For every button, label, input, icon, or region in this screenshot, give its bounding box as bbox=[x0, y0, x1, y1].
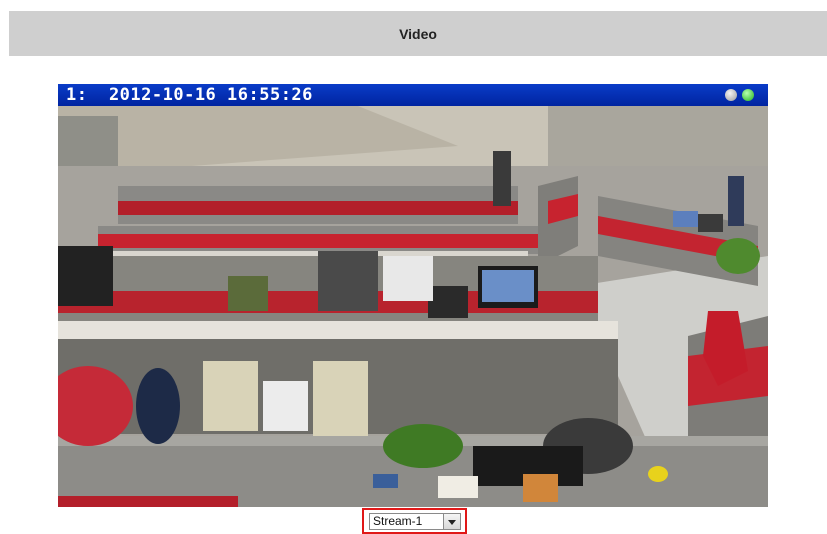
stream-select[interactable]: Stream-1 bbox=[369, 513, 461, 530]
stream-selected-value: Stream-1 bbox=[373, 514, 423, 528]
minimize-icon[interactable] bbox=[725, 89, 737, 101]
status-icon[interactable] bbox=[742, 89, 754, 101]
video-title-bar: 1: 2012-10-16 16:55:26 bbox=[58, 84, 768, 106]
stream-select-highlight: Stream-1 bbox=[362, 508, 467, 534]
page-header: Video bbox=[9, 11, 827, 56]
camera-feed-image bbox=[58, 106, 768, 507]
video-viewer[interactable]: 1: 2012-10-16 16:55:26 bbox=[58, 84, 768, 507]
video-timestamp: 1: 2012-10-16 16:55:26 bbox=[66, 85, 313, 105]
chevron-down-icon[interactable] bbox=[443, 514, 460, 529]
page-title: Video bbox=[399, 25, 437, 42]
